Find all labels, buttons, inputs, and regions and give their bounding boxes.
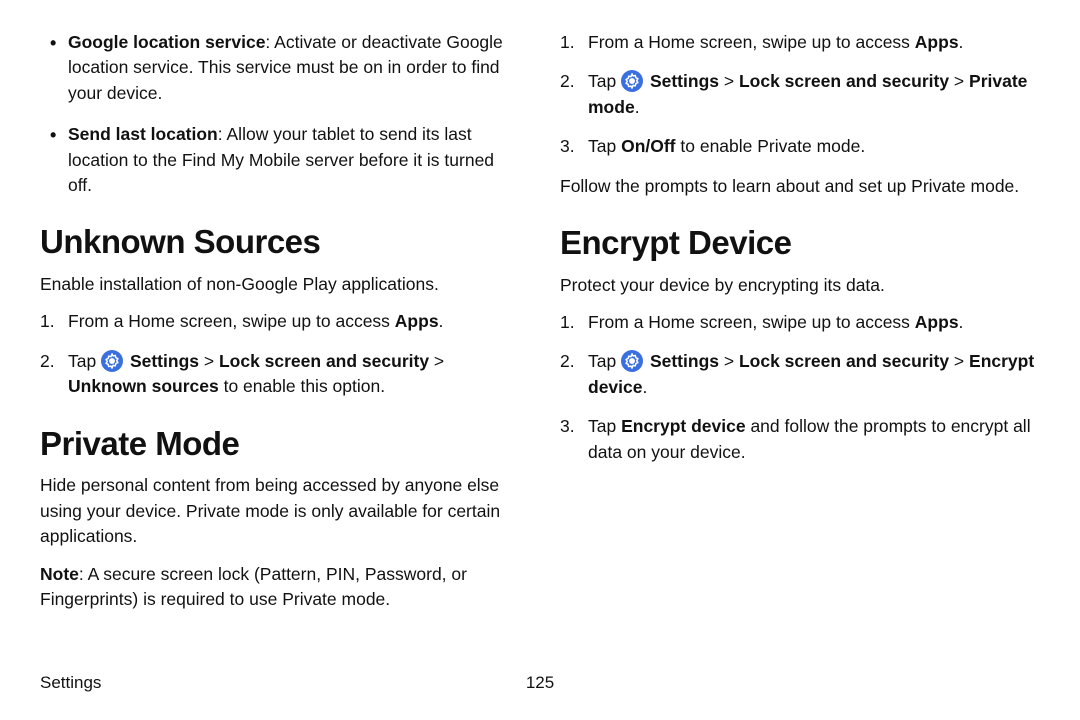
left-column: Google location service: Activate or dea…	[40, 30, 520, 624]
step-text: Tap	[588, 351, 621, 371]
steps-unknown-sources: From a Home screen, swipe up to access A…	[40, 309, 520, 399]
step-sep: >	[949, 351, 969, 371]
step: From a Home screen, swipe up to access A…	[68, 309, 520, 334]
step-text: .	[959, 32, 964, 52]
step: Tap Encrypt device and follow the prompt…	[588, 414, 1040, 465]
bullet-title: Google location service	[68, 32, 265, 52]
step-bold: Lock screen and security	[739, 351, 949, 371]
settings-icon	[621, 70, 643, 92]
step-text: Tap	[588, 416, 621, 436]
followup-private-mode: Follow the prompts to learn about and se…	[560, 174, 1040, 199]
heading-unknown-sources: Unknown Sources	[40, 218, 520, 266]
step-bold: Lock screen and security	[219, 351, 429, 371]
step-text: .	[635, 97, 640, 117]
step-text: .	[439, 311, 444, 331]
step-sep: >	[429, 351, 444, 371]
heading-private-mode: Private Mode	[40, 420, 520, 468]
step: Tap On/Off to enable Private mode.	[588, 134, 1040, 159]
step-bold: Unknown sources	[68, 376, 219, 396]
step-text: Tap	[68, 351, 101, 371]
intro-unknown-sources: Enable installation of non-Google Play a…	[40, 272, 520, 297]
bullet-send-last-location: Send last location: Allow your tablet to…	[68, 122, 520, 198]
step-text: to enable Private mode.	[676, 136, 866, 156]
step-bold: Lock screen and security	[739, 71, 949, 91]
step: Tap Settings > Lock screen and security …	[588, 349, 1040, 400]
step-text: From a Home screen, swipe up to access	[68, 311, 395, 331]
step-bold: On/Off	[621, 136, 675, 156]
step-bold: Settings	[650, 351, 719, 371]
settings-icon	[621, 350, 643, 372]
note-text: : A secure screen lock (Pattern, PIN, Pa…	[40, 564, 467, 609]
settings-icon	[101, 350, 123, 372]
step-text: From a Home screen, swipe up to access	[588, 32, 915, 52]
step-bold: Encrypt device	[621, 416, 746, 436]
step-bold: Apps	[915, 32, 959, 52]
step-sep: >	[719, 351, 739, 371]
step-bold: Settings	[650, 71, 719, 91]
right-column: From a Home screen, swipe up to access A…	[560, 30, 1040, 624]
note-label: Note	[40, 564, 79, 584]
step-text: .	[642, 377, 647, 397]
step-sep: >	[719, 71, 739, 91]
step: Tap Settings > Lock screen and security …	[68, 349, 520, 400]
step-sep: >	[949, 71, 969, 91]
bullet-title: Send last location	[68, 124, 218, 144]
intro-encrypt-device: Protect your device by encrypting its da…	[560, 273, 1040, 298]
steps-private-mode: From a Home screen, swipe up to access A…	[560, 30, 1040, 160]
step-text: .	[959, 312, 964, 332]
step: Tap Settings > Lock screen and security …	[588, 69, 1040, 120]
step-text: From a Home screen, swipe up to access	[588, 312, 915, 332]
step-text: Tap	[588, 136, 621, 156]
step-bold: Apps	[915, 312, 959, 332]
footer-section: Settings	[40, 673, 101, 692]
page-columns: Google location service: Activate or dea…	[40, 30, 1040, 624]
page-footer: Settings 125	[40, 671, 1040, 696]
step-bold: Apps	[395, 311, 439, 331]
step-sep: >	[199, 351, 219, 371]
step-text: to enable this option.	[219, 376, 385, 396]
intro-private-mode: Hide personal content from being accesse…	[40, 473, 520, 549]
step-text: Tap	[588, 71, 621, 91]
bullet-google-location: Google location service: Activate or dea…	[68, 30, 520, 106]
step-bold: Settings	[130, 351, 199, 371]
location-bullets: Google location service: Activate or dea…	[40, 30, 520, 198]
steps-encrypt-device: From a Home screen, swipe up to access A…	[560, 310, 1040, 465]
note-private-mode: Note: A secure screen lock (Pattern, PIN…	[40, 562, 520, 613]
step: From a Home screen, swipe up to access A…	[588, 30, 1040, 55]
footer-page-number: 125	[526, 671, 554, 696]
heading-encrypt-device: Encrypt Device	[560, 219, 1040, 267]
step: From a Home screen, swipe up to access A…	[588, 310, 1040, 335]
